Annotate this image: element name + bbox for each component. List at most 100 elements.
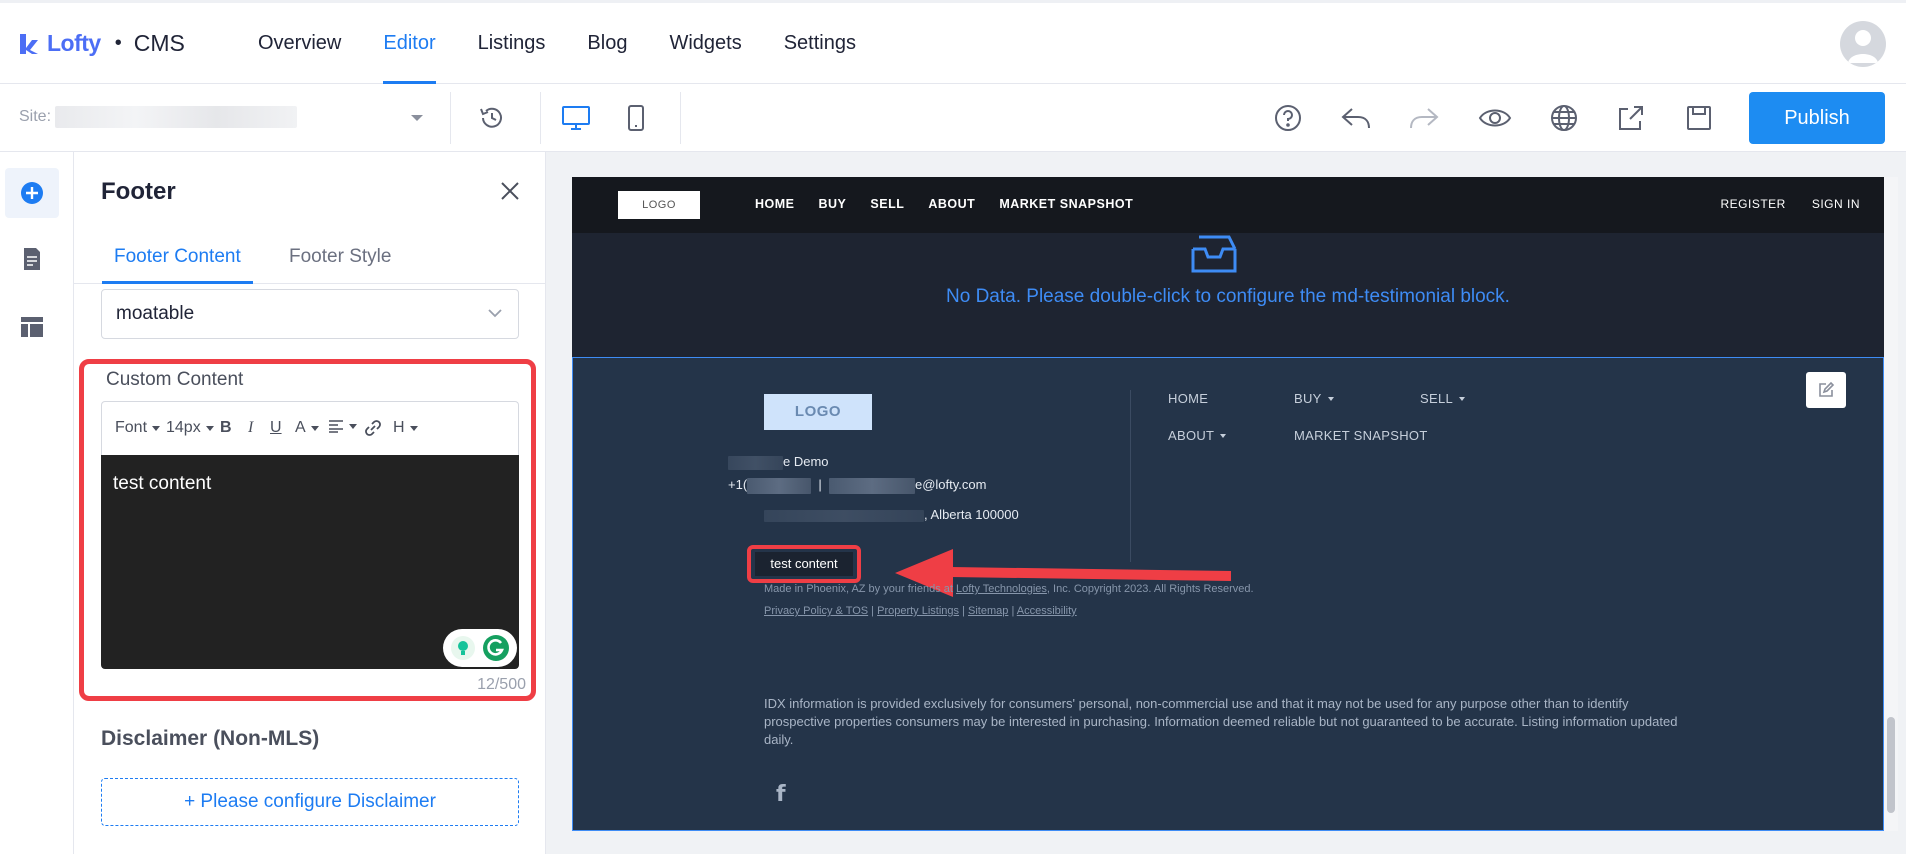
site-nav-market-snapshot[interactable]: MARKET SNAPSHOT	[999, 197, 1133, 211]
publish-button[interactable]: Publish	[1749, 92, 1885, 144]
custom-content-preview[interactable]: test content	[755, 552, 853, 576]
footer-agent-name: e Demo	[728, 454, 829, 470]
avatar[interactable]	[1840, 21, 1886, 67]
site-dropdown-caret-icon[interactable]	[411, 115, 423, 121]
footer-email[interactable]: e@lofty.com	[915, 477, 986, 492]
toolbar-divider	[540, 92, 541, 144]
site-nav: HOME BUY SELL ABOUT MARKET SNAPSHOT	[755, 197, 1157, 211]
history-icon[interactable]	[474, 100, 510, 136]
grammarly-tone-icon	[451, 636, 475, 660]
site-nav-home[interactable]: HOME	[755, 197, 795, 211]
preview-eye-icon[interactable]	[1477, 100, 1513, 136]
share-export-icon[interactable]	[1613, 100, 1649, 136]
font-size-label: 14px	[166, 419, 201, 436]
custom-content-highlight: Custom Content Font 14px B I U A H test …	[79, 359, 536, 701]
preview-scrollbar[interactable]	[1884, 177, 1898, 831]
footer-link-market-snapshot[interactable]: MARKET SNAPSHOT	[1294, 428, 1428, 443]
footer-copyright-prefix: Made in Phoenix, AZ by your friends at	[764, 583, 953, 595]
plus-circle-icon	[21, 182, 43, 204]
save-icon[interactable]	[1681, 100, 1717, 136]
add-block-button[interactable]	[5, 168, 59, 218]
edit-block-button[interactable]	[1806, 372, 1846, 408]
site-preview[interactable]: LOGO HOME BUY SELL ABOUT MARKET SNAPSHOT…	[572, 177, 1884, 831]
footer-accessibility-link[interactable]: Accessibility	[1017, 605, 1077, 617]
brand-name: Lofty	[47, 30, 101, 56]
footer-logo[interactable]: LOGO	[764, 394, 872, 430]
tab-footer-style[interactable]: Footer Style	[289, 246, 391, 284]
site-header: LOGO HOME BUY SELL ABOUT MARKET SNAPSHOT…	[572, 177, 1884, 233]
help-icon[interactable]	[1270, 100, 1306, 136]
brand-logo[interactable]: Lofty • CMS	[18, 30, 185, 57]
font-family-dropdown[interactable]: Font	[115, 419, 161, 437]
disclaimer-title: Disclaimer (Non-MLS)	[101, 727, 320, 750]
link-button[interactable]	[364, 419, 382, 437]
template-select[interactable]: moatable	[101, 289, 519, 339]
preview-scroll-thumb[interactable]	[1887, 717, 1895, 813]
text-color-dropdown[interactable]: A	[295, 419, 319, 437]
nav-overview[interactable]: Overview	[258, 3, 341, 84]
footer-address: , Alberta 100000	[764, 507, 1019, 522]
redo-icon[interactable]	[1406, 100, 1442, 136]
character-counter: 12/500	[477, 676, 526, 693]
page-icon	[24, 248, 40, 270]
footer-link-sell[interactable]: SELL	[1420, 391, 1466, 406]
footer-privacy-link[interactable]: Privacy Policy & TOS	[764, 605, 868, 617]
align-left-icon	[329, 420, 343, 433]
tab-footer-content[interactable]: Footer Content	[102, 246, 253, 284]
nav-widgets[interactable]: Widgets	[669, 3, 741, 84]
footer-link-sell-label: SELL	[1420, 391, 1454, 406]
nav-blog[interactable]: Blog	[587, 3, 627, 84]
configure-disclaimer-button[interactable]: + Please configure Disclaimer	[101, 778, 519, 826]
heading-dropdown[interactable]: H	[393, 419, 418, 437]
globe-icon[interactable]	[1546, 100, 1582, 136]
site-account-links: REGISTER SIGN IN	[1694, 197, 1860, 211]
desktop-view-icon[interactable]	[558, 100, 594, 136]
site-nav-sell[interactable]: SELL	[870, 197, 904, 211]
nav-settings[interactable]: Settings	[784, 3, 856, 84]
custom-content-label: Custom Content	[106, 369, 244, 390]
footer-link-about[interactable]: ABOUT	[1168, 428, 1227, 443]
align-dropdown[interactable]	[328, 419, 357, 433]
main-nav: Overview Editor Listings Blog Widgets Se…	[258, 3, 898, 84]
footer-link-buy[interactable]: BUY	[1294, 391, 1334, 406]
site-register-link[interactable]: REGISTER	[1720, 197, 1785, 211]
footer-legal-links: Privacy Policy & TOS | Property Listings…	[764, 605, 1077, 617]
site-nav-buy[interactable]: BUY	[819, 197, 847, 211]
edit-icon	[1819, 381, 1835, 397]
site-nav-about[interactable]: ABOUT	[928, 197, 975, 211]
lofty-logo-icon	[18, 32, 44, 56]
font-size-dropdown[interactable]: 14px	[166, 419, 214, 437]
footer-link-home[interactable]: HOME	[1168, 391, 1208, 406]
heading-icon: H	[393, 419, 405, 436]
undo-icon[interactable]	[1338, 100, 1374, 136]
site-selector[interactable]	[55, 106, 297, 128]
grammarly-icon	[483, 635, 509, 661]
italic-button[interactable]: I	[248, 419, 253, 437]
facebook-icon[interactable]: f	[776, 782, 786, 807]
footer-company-link[interactable]: Lofty Technologies	[956, 583, 1047, 595]
layout-button[interactable]	[5, 302, 59, 352]
rich-text-toolbar: Font 14px B I U A H	[101, 401, 519, 455]
editor-content[interactable]: test content	[113, 473, 211, 495]
footer-sitemap-link[interactable]: Sitemap	[968, 605, 1008, 617]
font-label: Font	[115, 419, 148, 436]
nav-editor[interactable]: Editor	[383, 3, 436, 84]
testimonial-block[interactable]: No Data. Please double-click to configur…	[572, 233, 1884, 367]
pages-button[interactable]	[5, 234, 59, 284]
close-icon[interactable]	[498, 179, 522, 203]
mobile-view-icon[interactable]	[618, 100, 654, 136]
site-sign-in-link[interactable]: SIGN IN	[1812, 197, 1860, 211]
underline-button[interactable]: U	[270, 419, 282, 437]
site-label: Site:	[19, 108, 52, 125]
footer-block[interactable]: LOGO HOME BUY SELL ABOUT MARKET SNAPSHOT…	[572, 357, 1884, 831]
left-rail	[0, 152, 74, 854]
grammarly-widget[interactable]	[443, 629, 517, 667]
bold-button[interactable]: B	[220, 419, 232, 437]
footer-property-listings-link[interactable]: Property Listings	[877, 605, 959, 617]
empty-inbox-icon	[1191, 235, 1237, 273]
rich-text-editor[interactable]: test content	[101, 455, 519, 669]
nav-listings[interactable]: Listings	[478, 3, 546, 84]
site-logo[interactable]: LOGO	[618, 191, 700, 219]
footer-link-market-snapshot-label: MARKET SNAPSHOT	[1294, 428, 1428, 443]
idx-disclaimer: IDX information is provided exclusively …	[764, 696, 1678, 747]
